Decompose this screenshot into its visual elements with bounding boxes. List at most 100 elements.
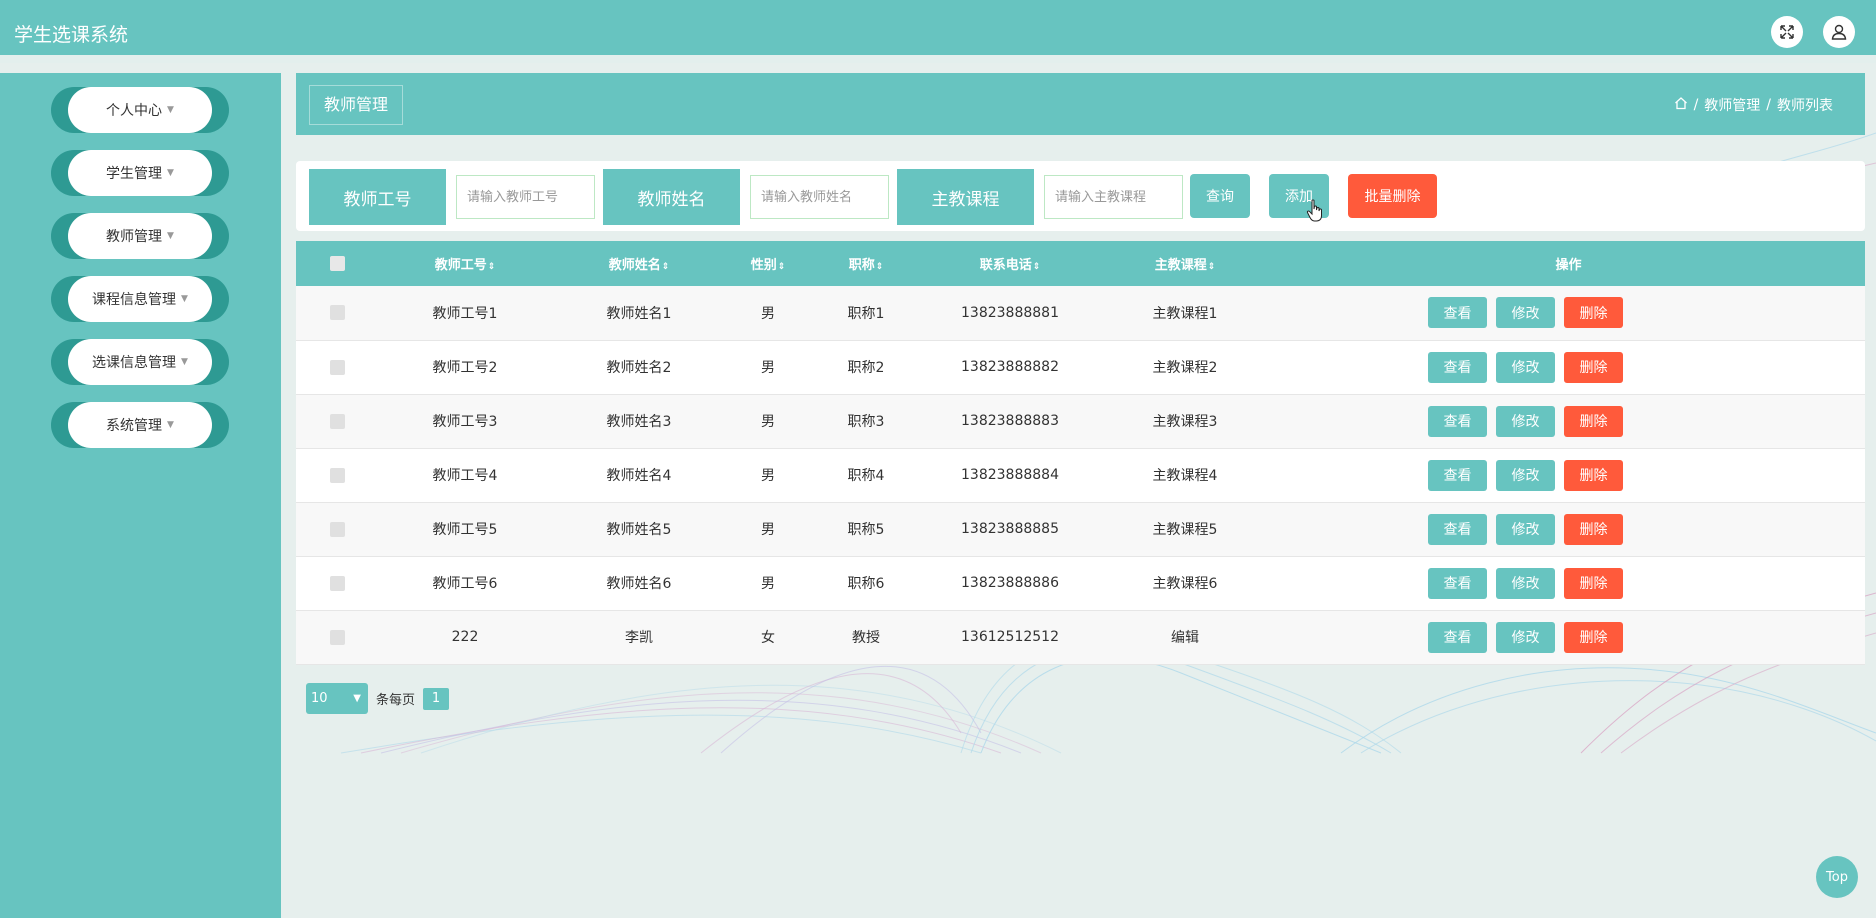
per-page-label: 条每页 bbox=[376, 693, 416, 708]
page-size-select[interactable]: 10 ▼ bbox=[306, 683, 368, 714]
view-button[interactable]: 查看 bbox=[1428, 351, 1487, 383]
row-checkbox[interactable] bbox=[329, 305, 345, 321]
table-row: 222 李凯 女 教授 13612512512 编辑 查看 修改 删除 bbox=[296, 610, 1865, 664]
cell-teacher-id: 教师工号6 bbox=[432, 576, 498, 592]
sidebar-item-label: 课程信息管理 bbox=[92, 292, 177, 308]
breadcrumb-item[interactable]: 教师管理 bbox=[1704, 95, 1760, 115]
table-row: 教师工号6 教师姓名6 男 职称6 13823888886 主教课程6 查看 修改… bbox=[296, 556, 1865, 610]
view-button[interactable]: 查看 bbox=[1428, 513, 1487, 545]
sort-icon: ⇕ bbox=[487, 262, 496, 272]
column-header-title[interactable]: 职称⇕ bbox=[810, 241, 922, 286]
row-checkbox[interactable] bbox=[329, 359, 345, 375]
cell-teacher-name: 教师姓名3 bbox=[606, 414, 672, 430]
row-checkbox[interactable] bbox=[329, 467, 345, 483]
cell-phone: 13823888881 bbox=[961, 304, 1059, 321]
pagination: 10 ▼ 条每页 1 bbox=[306, 683, 450, 714]
cell-title: 职称1 bbox=[847, 305, 885, 322]
row-checkbox[interactable] bbox=[329, 413, 345, 429]
view-button[interactable]: 查看 bbox=[1428, 459, 1487, 491]
chevron-down-icon: ▼ bbox=[181, 357, 188, 367]
column-header-gender[interactable]: 性别⇕ bbox=[726, 241, 810, 286]
chevron-down-icon: ▼ bbox=[167, 420, 174, 430]
edit-button[interactable]: 修改 bbox=[1496, 459, 1555, 491]
view-button[interactable]: 查看 bbox=[1428, 405, 1487, 437]
delete-button[interactable]: 删除 bbox=[1564, 513, 1623, 545]
breadcrumb: / 教师管理 / 教师列表 bbox=[1674, 95, 1833, 115]
sidebar-item-selection-info[interactable]: 选课信息管理 ▼ bbox=[51, 339, 229, 385]
column-header-teacher-id[interactable]: 教师工号⇕ bbox=[378, 241, 552, 286]
page-number-current[interactable]: 1 bbox=[423, 687, 450, 710]
edit-button[interactable]: 修改 bbox=[1496, 297, 1555, 329]
view-button[interactable]: 查看 bbox=[1428, 567, 1487, 599]
cell-gender: 男 bbox=[761, 468, 775, 484]
sidebar-item-personal-center[interactable]: 个人中心 ▼ bbox=[51, 87, 229, 133]
table-header-row: 教师工号⇕ 教师姓名⇕ 性别⇕ 职称⇕ 联系电话⇕ 主教课程⇕ 操作 bbox=[296, 241, 1865, 286]
view-button[interactable]: 查看 bbox=[1428, 297, 1487, 329]
table-row: 教师工号5 教师姓名5 男 职称5 13823888885 主教课程5 查看 修改… bbox=[296, 502, 1865, 556]
sort-icon: ⇕ bbox=[777, 262, 786, 272]
user-icon[interactable] bbox=[1823, 16, 1855, 48]
delete-button[interactable]: 删除 bbox=[1564, 297, 1623, 329]
column-header-main-course[interactable]: 主教课程⇕ bbox=[1098, 241, 1272, 286]
sidebar-item-label: 选课信息管理 bbox=[92, 355, 177, 371]
home-icon[interactable] bbox=[1674, 96, 1688, 114]
fullscreen-icon[interactable] bbox=[1771, 16, 1803, 48]
cell-main-course: 主教课程2 bbox=[1152, 360, 1218, 376]
sidebar-item-label: 系统管理 bbox=[106, 418, 163, 434]
cell-gender: 男 bbox=[761, 522, 775, 538]
sidebar-item-course-info[interactable]: 课程信息管理 ▼ bbox=[51, 276, 229, 322]
sort-icon: ⇕ bbox=[1032, 262, 1041, 272]
cell-gender: 男 bbox=[761, 414, 775, 430]
row-checkbox[interactable] bbox=[329, 629, 345, 645]
cell-teacher-id: 教师工号4 bbox=[432, 468, 498, 484]
search-form: 教师工号 教师姓名 主教课程 查询 添加 批量删除 bbox=[296, 161, 1865, 231]
cell-phone: 13823888885 bbox=[961, 521, 1059, 537]
sidebar-item-teacher-management[interactable]: 教师管理 ▼ bbox=[51, 213, 229, 259]
teacher-id-label: 教师工号 bbox=[309, 169, 446, 225]
sidebar-item-student-management[interactable]: 学生管理 ▼ bbox=[51, 150, 229, 196]
breadcrumb-separator: / bbox=[1766, 97, 1771, 113]
edit-button[interactable]: 修改 bbox=[1496, 405, 1555, 437]
chevron-down-icon: ▼ bbox=[167, 168, 174, 178]
row-checkbox[interactable] bbox=[329, 521, 345, 537]
column-header-actions: 操作 bbox=[1555, 258, 1582, 273]
cell-main-course: 编辑 bbox=[1171, 630, 1199, 646]
delete-button[interactable]: 删除 bbox=[1564, 351, 1623, 383]
delete-button[interactable]: 删除 bbox=[1564, 567, 1623, 599]
main-course-input[interactable] bbox=[1044, 175, 1183, 219]
sort-icon: ⇕ bbox=[661, 262, 670, 272]
query-button[interactable]: 查询 bbox=[1190, 174, 1250, 218]
edit-button[interactable]: 修改 bbox=[1496, 567, 1555, 599]
chevron-down-icon: ▼ bbox=[167, 105, 174, 115]
cell-gender: 男 bbox=[761, 360, 775, 376]
edit-button[interactable]: 修改 bbox=[1496, 513, 1555, 545]
pointer-cursor-icon bbox=[1306, 199, 1322, 222]
batch-delete-button[interactable]: 批量删除 bbox=[1348, 174, 1437, 218]
cell-teacher-id: 教师工号5 bbox=[432, 522, 498, 538]
cell-teacher-id: 222 bbox=[451, 629, 479, 645]
teacher-id-input[interactable] bbox=[456, 175, 595, 219]
select-all-checkbox[interactable] bbox=[329, 256, 345, 271]
teacher-name-input[interactable] bbox=[750, 175, 889, 219]
row-checkbox[interactable] bbox=[329, 575, 345, 591]
table-row: 教师工号2 教师姓名2 男 职称2 13823888882 主教课程2 查看 修改… bbox=[296, 340, 1865, 394]
edit-button[interactable]: 修改 bbox=[1496, 351, 1555, 383]
edit-button[interactable]: 修改 bbox=[1496, 621, 1555, 653]
table-row: 教师工号3 教师姓名3 男 职称3 13823888883 主教课程3 查看 修改… bbox=[296, 394, 1865, 448]
breadcrumb-item: 教师列表 bbox=[1777, 98, 1833, 114]
chevron-down-icon: ▼ bbox=[353, 693, 361, 704]
column-header-teacher-name[interactable]: 教师姓名⇕ bbox=[552, 241, 726, 286]
view-button[interactable]: 查看 bbox=[1428, 621, 1487, 653]
sidebar-item-label: 学生管理 bbox=[106, 166, 163, 182]
column-header-phone[interactable]: 联系电话⇕ bbox=[922, 241, 1098, 286]
cell-main-course: 主教课程5 bbox=[1152, 522, 1218, 538]
cell-gender: 男 bbox=[761, 576, 775, 592]
sidebar-item-system-management[interactable]: 系统管理 ▼ bbox=[51, 402, 229, 448]
cell-main-course: 主教课程1 bbox=[1152, 305, 1218, 322]
delete-button[interactable]: 删除 bbox=[1564, 405, 1623, 437]
cell-phone: 13823888882 bbox=[961, 359, 1059, 375]
delete-button[interactable]: 删除 bbox=[1564, 459, 1623, 491]
back-to-top-button[interactable]: Top bbox=[1816, 856, 1858, 898]
delete-button[interactable]: 删除 bbox=[1564, 621, 1623, 653]
cell-main-course: 主教课程3 bbox=[1152, 414, 1218, 430]
